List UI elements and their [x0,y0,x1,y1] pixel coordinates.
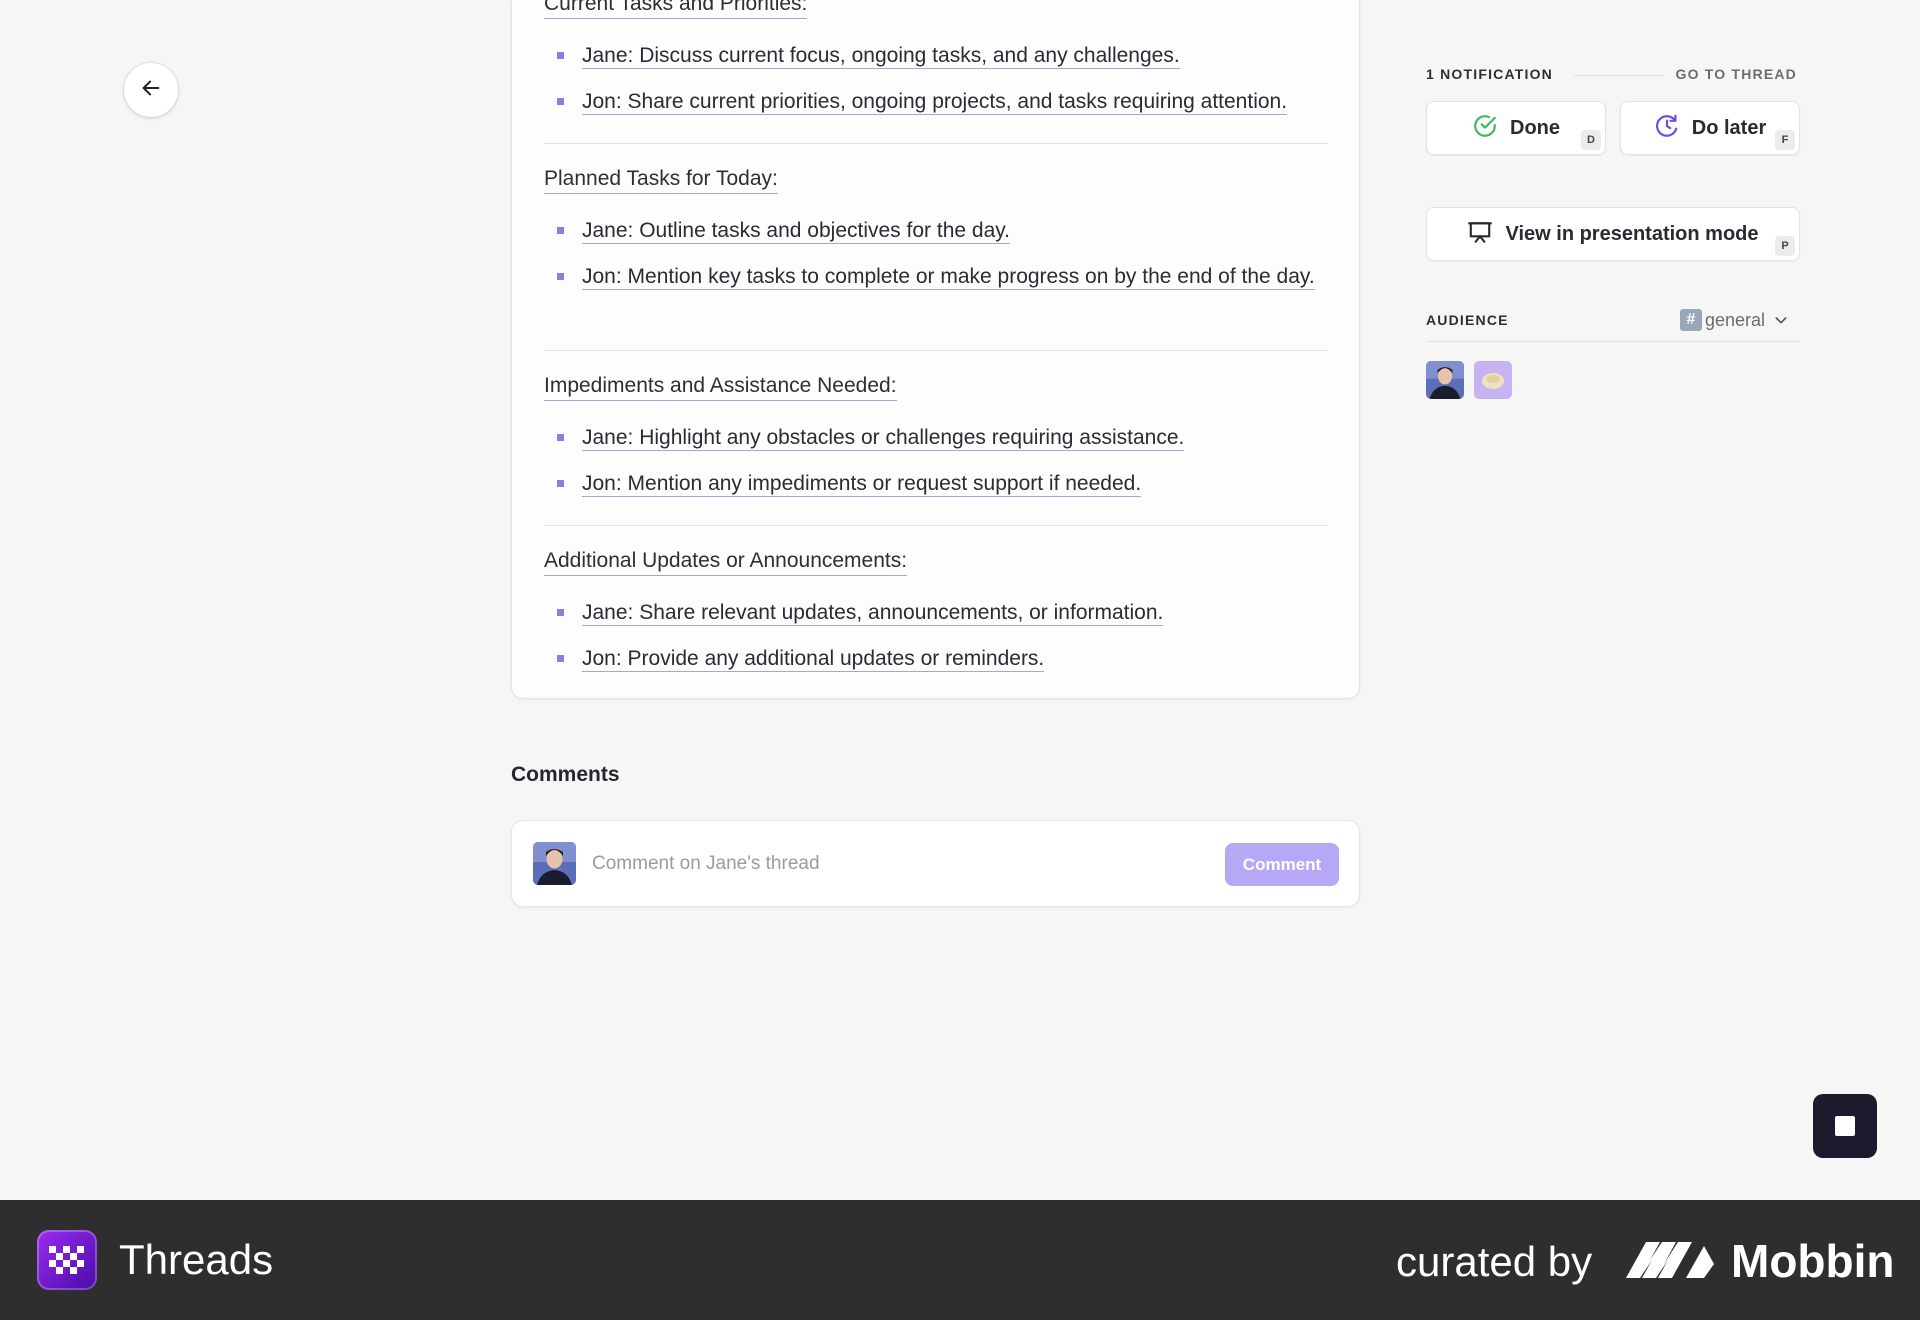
check-circle-icon [1472,113,1498,144]
notification-header: 1 NOTIFICATION GO TO THREAD [1426,66,1799,84]
presentation-mode-button[interactable]: View in presentation mode P [1426,207,1800,261]
presentation-label: View in presentation mode [1505,222,1759,245]
chevron-down-icon [1773,312,1789,328]
shortcut-key: F [1775,130,1795,150]
list-item: Jon: Mention key tasks to complete or ma… [544,261,1328,293]
done-button[interactable]: Done D [1426,101,1606,155]
channel-selector[interactable]: # general [1679,309,1789,331]
comment-composer: Comment [511,820,1360,907]
threads-logo-icon [37,1230,97,1290]
divider [544,525,1328,526]
audience-label: AUDIENCE [1426,312,1509,328]
curated-by-text: curated by [1396,1238,1593,1285]
do-later-label: Do later [1691,116,1767,139]
do-later-button[interactable]: Do later F [1620,101,1800,155]
comment-input[interactable] [592,847,1192,881]
audience-header: AUDIENCE # general [1426,309,1799,342]
section-title: Impediments and Assistance Needed: [544,373,897,401]
list-item: Jane: Discuss current focus, ongoing tas… [544,40,1328,72]
user-avatar [533,842,576,885]
section-planned-tasks: Planned Tasks for Today: Jane: Outline t… [544,166,1328,307]
app-name: Threads [119,1236,274,1283]
section-title: Current Tasks and Priorities: [544,0,808,19]
hash-icon: # [1679,309,1702,331]
presentation-icon [1467,219,1493,250]
list-item: Jane: Outline tasks and objectives for t… [544,215,1328,247]
channel-name: general [1704,309,1765,330]
thread-page: Current Tasks and Priorities: Jane: Disc… [0,0,1920,1200]
divider [544,350,1328,351]
bullet-list: Jane: Discuss current focus, ongoing tas… [544,40,1328,118]
stop-icon [1835,1116,1855,1136]
comment-button[interactable]: Comment [1225,843,1339,886]
brand-name: Mobbin [1731,1235,1895,1287]
divider [544,143,1328,144]
section-current-tasks: Current Tasks and Priorities: Jane: Disc… [544,0,1328,132]
list-item: Jon: Share current priorities, ongoing p… [544,86,1328,118]
stop-button[interactable] [1813,1094,1877,1158]
notification-count: 1 NOTIFICATION [1426,66,1553,82]
list-item: Jon: Provide any additional updates or r… [544,643,1328,675]
list-item: Jon: Mention any impediments or request … [544,468,1328,500]
comments-heading: Comments [511,763,620,786]
thread-content-card: Current Tasks and Priorities: Jane: Disc… [511,0,1360,699]
back-button[interactable] [124,63,178,117]
section-impediments: Impediments and Assistance Needed: Jane:… [544,373,1328,514]
done-label: Done [1510,116,1560,139]
bullet-list: Jane: Share relevant updates, announceme… [544,597,1328,675]
arrow-left-icon [140,77,162,104]
mobbin-logo-icon [1626,1238,1716,1287]
section-title: Planned Tasks for Today: [544,166,778,194]
clock-arrow-icon [1654,113,1680,144]
audience-avatar-jon[interactable] [1474,361,1512,399]
list-item: Jane: Highlight any obstacles or challen… [544,422,1328,454]
list-item: Jane: Share relevant updates, announceme… [544,597,1328,629]
divider [1574,75,1664,76]
shortcut-key: P [1775,236,1795,256]
go-to-thread-link[interactable]: GO TO THREAD [1676,66,1797,82]
footer-bar: Threads curated by Mobbin [0,1200,1920,1320]
section-title: Additional Updates or Announcements: [544,548,908,576]
audience-avatar-jane[interactable] [1426,361,1464,399]
shortcut-key: D [1581,130,1601,150]
bullet-list: Jane: Highlight any obstacles or challen… [544,422,1328,500]
bullet-list: Jane: Outline tasks and objectives for t… [544,215,1328,293]
section-additional-updates: Additional Updates or Announcements: Jan… [544,548,1328,689]
